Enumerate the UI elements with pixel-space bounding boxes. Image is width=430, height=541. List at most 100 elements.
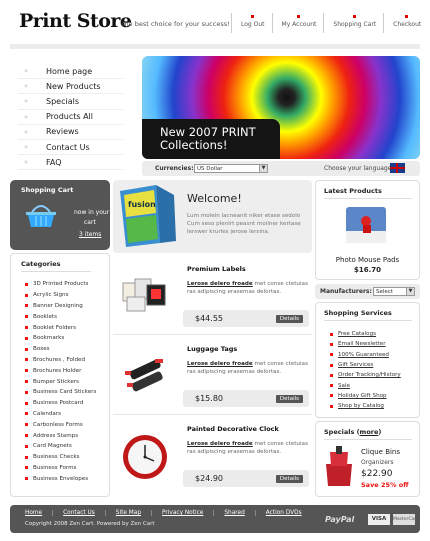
category-item[interactable]: Brochures , Folded: [25, 355, 109, 366]
promo-banner[interactable]: New 2007 PRINT Collections!: [142, 56, 420, 159]
service-link[interactable]: Order Tracking/History: [330, 370, 401, 380]
categories-box: Categories 3D Printed Products Acrylic S…: [10, 253, 110, 497]
product-description: Lerose delero froade met conse ctetuias …: [187, 280, 309, 296]
divider: [21, 271, 91, 272]
log-out-link[interactable]: Log Out: [231, 13, 272, 33]
product-lead[interactable]: Lerose delero froade: [187, 361, 253, 367]
chevron-down-icon: ▼: [259, 165, 267, 172]
service-link[interactable]: Email Newsletter: [330, 339, 401, 349]
details-button[interactable]: Details: [275, 395, 303, 403]
category-item[interactable]: Boxes: [25, 344, 109, 355]
category-item[interactable]: Business Checks: [25, 452, 109, 463]
currency-select[interactable]: US Dollar ▼: [194, 164, 268, 173]
shopping-services-box: Shopping Services Free Catalogs Email Ne…: [315, 302, 420, 418]
categories-title: Categories: [21, 260, 61, 268]
latest-product-name[interactable]: Photo Mouse Pads: [316, 256, 419, 264]
latest-products-box: Latest Products Photo Mouse Pads $16.70: [315, 180, 420, 280]
category-item[interactable]: Acrylic Signs: [25, 290, 109, 301]
catalog-book-image: fusion: [120, 185, 176, 247]
menu-item-new-products[interactable]: » New Products: [18, 79, 123, 95]
product-title[interactable]: Luggage Tags: [187, 345, 237, 353]
uk-flag-icon[interactable]: [390, 163, 405, 173]
category-item[interactable]: Bookmarks: [25, 333, 109, 344]
double-chevron-icon: »: [24, 82, 29, 91]
mouse-pad-image[interactable]: [344, 205, 388, 245]
menu-item-faq[interactable]: » FAQ: [18, 155, 123, 171]
category-item[interactable]: Booklet Folders: [25, 322, 109, 333]
my-account-link[interactable]: My Account: [271, 13, 324, 33]
category-item[interactable]: Business Card Stickers: [25, 387, 109, 398]
footer-link-sitemap[interactable]: Site Map: [111, 510, 153, 516]
category-item[interactable]: Booklets: [25, 311, 109, 322]
manufacturers-bar: Manufacturers: Select ▼: [315, 284, 420, 299]
category-item[interactable]: Bumper Stickers: [25, 376, 109, 387]
cart-items-link[interactable]: 3 items: [79, 231, 101, 238]
cart-title: Shopping Cart: [21, 186, 74, 194]
category-item[interactable]: Address Stamps: [25, 430, 109, 441]
divider: [324, 439, 412, 440]
footer-link-privacy[interactable]: Privacy Notice: [157, 510, 215, 516]
clock-image: [123, 435, 167, 479]
currency-value: US Dollar: [197, 166, 223, 172]
category-item[interactable]: 3D Printed Products: [25, 279, 109, 290]
bins-image[interactable]: [322, 444, 356, 488]
shopping-cart-link[interactable]: Shopping Cart: [323, 13, 383, 33]
details-button[interactable]: Details: [275, 475, 303, 483]
service-link[interactable]: Gift Services: [330, 360, 401, 370]
double-chevron-icon: »: [24, 127, 29, 136]
category-item[interactable]: Carbonless Forms: [25, 419, 109, 430]
manufacturers-select[interactable]: Select ▼: [373, 287, 415, 296]
product-description: Lerose delero froade met conse ctetuias …: [187, 440, 309, 456]
specials-title-text: Specials: [324, 428, 355, 436]
menu-item-reviews[interactable]: » Reviews: [18, 125, 123, 140]
product-lead[interactable]: Lerose delero froade: [187, 281, 253, 287]
footer-link-contact[interactable]: Contact Us: [58, 510, 106, 516]
banner-line-2: Collections!: [160, 138, 228, 152]
product-title[interactable]: Premium Labels: [187, 265, 246, 273]
service-link[interactable]: Shop by Catalog: [330, 401, 401, 411]
category-item[interactable]: Brochures Holder: [25, 365, 109, 376]
category-item[interactable]: Business Forms: [25, 463, 109, 474]
product-card: Premium Labels Lerose delero froade met …: [113, 255, 312, 335]
product-title[interactable]: Painted Decorative Clock: [187, 425, 279, 433]
product-card: Painted Decorative Clock Lerose delero f…: [113, 415, 312, 495]
service-link[interactable]: 100% Guaranteed: [330, 350, 401, 360]
menu-item-home[interactable]: » Home page: [18, 64, 123, 80]
top-navigation: Log Out My Account Shopping Cart Checkou…: [231, 13, 428, 33]
currency-label: Currencies:: [155, 165, 194, 172]
menu-item-products-all[interactable]: » Products All: [18, 110, 123, 125]
double-chevron-icon: »: [24, 112, 29, 121]
checkout-link[interactable]: Checkout: [383, 13, 428, 33]
category-item[interactable]: Business Postcard: [25, 398, 109, 409]
language-label: Choose your language:: [324, 165, 394, 172]
special-name[interactable]: Clique Bins: [361, 448, 400, 456]
details-button[interactable]: Details: [275, 315, 303, 323]
menu-item-specials[interactable]: » Specials: [18, 94, 123, 110]
category-item[interactable]: Calendars: [25, 409, 109, 420]
footer-link-home[interactable]: Home: [20, 510, 54, 516]
service-link[interactable]: Free Catalogs: [330, 329, 401, 339]
double-chevron-icon: »: [24, 97, 29, 106]
welcome-text: Lum molein lacneanit niker etase sedolo …: [187, 213, 301, 235]
menu-item-contact-us[interactable]: » Contact Us: [18, 140, 123, 156]
category-item[interactable]: Card Magnets: [25, 441, 109, 452]
specials-more-link[interactable]: more: [360, 428, 379, 436]
visa-logo: VISA: [368, 514, 390, 525]
service-link[interactable]: Holiday Gift Shop: [330, 391, 401, 401]
latest-product-price: $16.70: [353, 266, 381, 274]
menu-item-label: Contact Us: [46, 142, 90, 152]
product-lead[interactable]: Lerose delero froade: [187, 441, 253, 447]
store-logo[interactable]: Print Store: [19, 10, 132, 32]
basket-icon: [26, 205, 56, 227]
category-item[interactable]: Business Envelopes: [25, 473, 109, 484]
product-description: Lerose delero froade met conse ctetuias …: [187, 360, 309, 376]
shopping-cart-box: Shopping Cart now in your cart 3 items: [10, 180, 110, 250]
manufacturers-label: Manufacturers:: [320, 288, 372, 295]
category-item[interactable]: Banner Designing: [25, 301, 109, 312]
divider: [324, 198, 412, 199]
footer-link-dvds[interactable]: Action DVDs: [261, 510, 312, 516]
footer-link-shared[interactable]: Shared: [219, 510, 256, 516]
cart-text-line-2: cart: [84, 219, 96, 226]
service-link[interactable]: Sale: [330, 380, 401, 390]
header-divider: [10, 44, 420, 49]
